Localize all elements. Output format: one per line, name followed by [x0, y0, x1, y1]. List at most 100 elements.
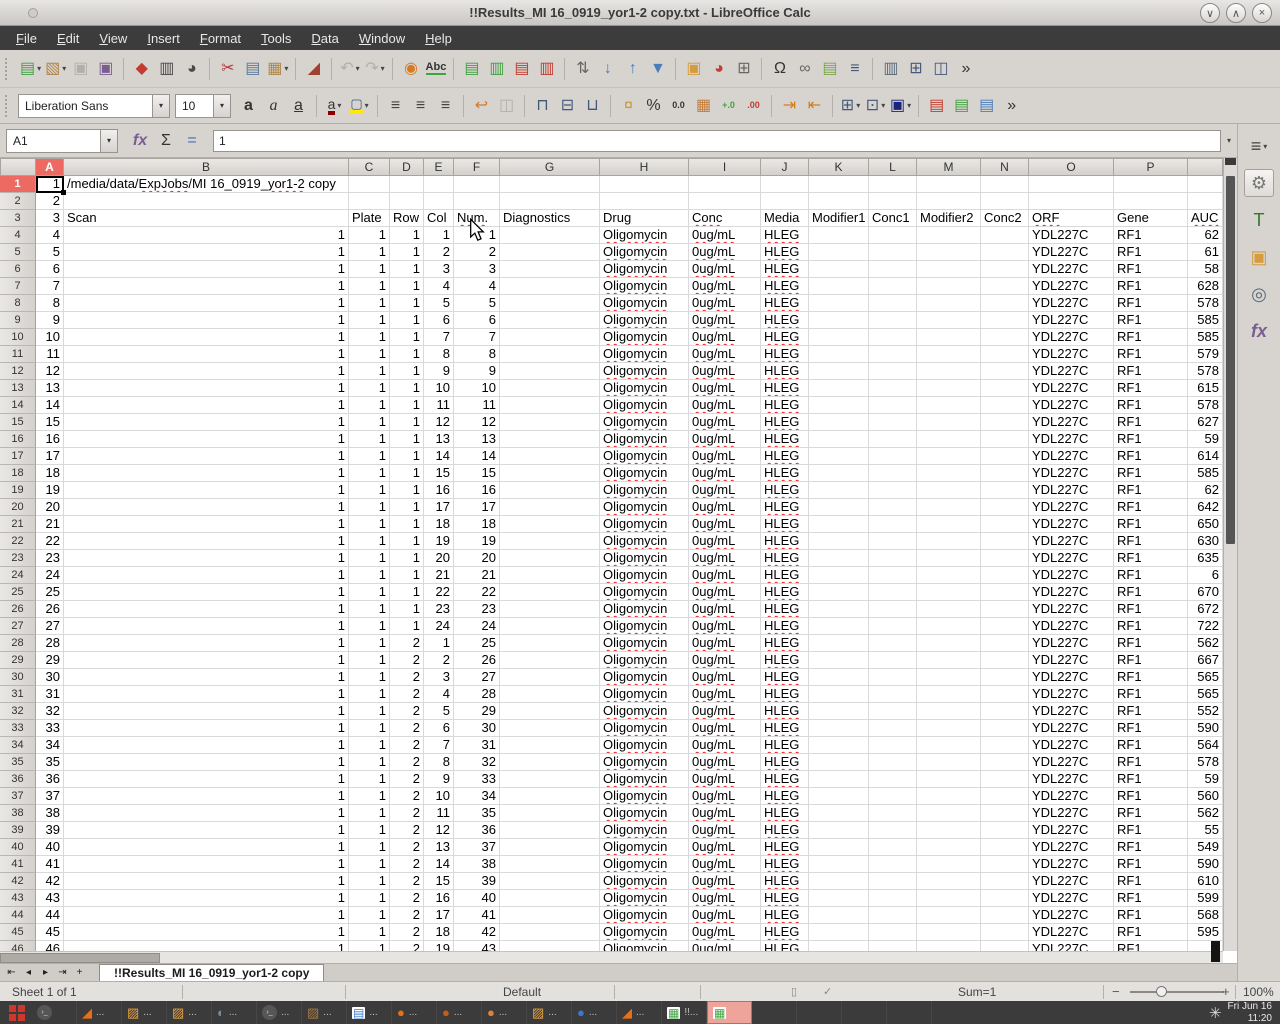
find-and-replace-button[interactable]: ◉	[398, 55, 423, 82]
cell-B4[interactable]: 1	[64, 227, 349, 244]
row-header-17[interactable]: 17	[0, 448, 36, 465]
cell-J7[interactable]: HLEG	[761, 278, 809, 295]
cell-H26[interactable]: Oligomycin	[600, 601, 689, 618]
cell-C10[interactable]: 1	[349, 329, 390, 346]
cell-G32[interactable]	[500, 703, 600, 720]
cell-J25[interactable]: HLEG	[761, 584, 809, 601]
cell-E8[interactable]: 5	[424, 295, 454, 312]
zoom-in-button[interactable]: +	[1222, 984, 1230, 999]
cell-C17[interactable]: 1	[349, 448, 390, 465]
cell-K34[interactable]	[809, 737, 869, 754]
cell-G4[interactable]	[500, 227, 600, 244]
cell-B37[interactable]: 1	[64, 788, 349, 805]
cell-O9[interactable]: YDL227C	[1029, 312, 1114, 329]
cell-C44[interactable]: 1	[349, 907, 390, 924]
cell-A33[interactable]: 33	[36, 720, 64, 737]
cell-F13[interactable]: 10	[454, 380, 500, 397]
cell-K45[interactable]	[809, 924, 869, 941]
cell-I8[interactable]: 0ug/mL	[689, 295, 761, 312]
row-header-29[interactable]: 29	[0, 652, 36, 669]
cell-F15[interactable]: 12	[454, 414, 500, 431]
cell-P25[interactable]: RF1	[1114, 584, 1188, 601]
cell-O29[interactable]: YDL227C	[1029, 652, 1114, 669]
cell-E5[interactable]: 2	[424, 244, 454, 261]
cell-A44[interactable]: 44	[36, 907, 64, 924]
cell-B10[interactable]: 1	[64, 329, 349, 346]
cell-E3[interactable]: Col	[424, 210, 454, 227]
cell-M27[interactable]	[917, 618, 981, 635]
toolbar-overflow-button[interactable]: »	[953, 55, 978, 82]
cell-P29[interactable]: RF1	[1114, 652, 1188, 669]
cell-K28[interactable]	[809, 635, 869, 652]
cell-A26[interactable]: 26	[36, 601, 64, 618]
print-button[interactable]: ▥	[154, 55, 179, 82]
cell-J12[interactable]: HLEG	[761, 363, 809, 380]
cell-L30[interactable]	[869, 669, 917, 686]
cell-I27[interactable]: 0ug/mL	[689, 618, 761, 635]
cell-F6[interactable]: 3	[454, 261, 500, 278]
cell-N19[interactable]	[981, 482, 1029, 499]
cell-J34[interactable]: HLEG	[761, 737, 809, 754]
cell-I7[interactable]: 0ug/mL	[689, 278, 761, 295]
cell-A9[interactable]: 9	[36, 312, 64, 329]
cell-M41[interactable]	[917, 856, 981, 873]
cell-D15[interactable]: 1	[390, 414, 424, 431]
cell-E28[interactable]: 1	[424, 635, 454, 652]
cell-J11[interactable]: HLEG	[761, 346, 809, 363]
cell-C9[interactable]: 1	[349, 312, 390, 329]
cell-O13[interactable]: YDL227C	[1029, 380, 1114, 397]
cell-N27[interactable]	[981, 618, 1029, 635]
cell-M40[interactable]	[917, 839, 981, 856]
cell-I12[interactable]: 0ug/mL	[689, 363, 761, 380]
menu-insert[interactable]: Insert	[137, 28, 190, 49]
cell-L39[interactable]	[869, 822, 917, 839]
cell-J30[interactable]: HLEG	[761, 669, 809, 686]
cell-A6[interactable]: 6	[36, 261, 64, 278]
cell-K33[interactable]	[809, 720, 869, 737]
cell-K6[interactable]	[809, 261, 869, 278]
cell-M20[interactable]	[917, 499, 981, 516]
cell-O41[interactable]: YDL227C	[1029, 856, 1114, 873]
cell-Q13[interactable]: 615	[1188, 380, 1223, 397]
row-header-6[interactable]: 6	[0, 261, 36, 278]
cell-P9[interactable]: RF1	[1114, 312, 1188, 329]
cell-J38[interactable]: HLEG	[761, 805, 809, 822]
cell-H45[interactable]: Oligomycin	[600, 924, 689, 941]
cell-C29[interactable]: 1	[349, 652, 390, 669]
row-header-21[interactable]: 21	[0, 516, 36, 533]
cell-K3[interactable]: Modifier1	[809, 210, 869, 227]
cell-N18[interactable]	[981, 465, 1029, 482]
cell-E27[interactable]: 24	[424, 618, 454, 635]
row-header-4[interactable]: 4	[0, 227, 36, 244]
cell-C31[interactable]: 1	[349, 686, 390, 703]
cell-Q32[interactable]: 552	[1188, 703, 1223, 720]
cell-N22[interactable]	[981, 533, 1029, 550]
cell-D36[interactable]: 2	[390, 771, 424, 788]
cell-I22[interactable]: 0ug/mL	[689, 533, 761, 550]
cell-M2[interactable]	[917, 193, 981, 210]
cell-K14[interactable]	[809, 397, 869, 414]
cell-O7[interactable]: YDL227C	[1029, 278, 1114, 295]
align-center-button[interactable]: ≡	[408, 92, 433, 119]
cell-K4[interactable]	[809, 227, 869, 244]
cell-C38[interactable]: 1	[349, 805, 390, 822]
cell-Q1[interactable]	[1188, 176, 1223, 193]
cell-L38[interactable]	[869, 805, 917, 822]
cell-Q30[interactable]: 565	[1188, 669, 1223, 686]
pivot-table-button[interactable]: ⊞	[731, 55, 756, 82]
percent-format-button[interactable]: %	[641, 92, 666, 119]
cell-A43[interactable]: 43	[36, 890, 64, 907]
cell-M18[interactable]	[917, 465, 981, 482]
cell-K23[interactable]	[809, 550, 869, 567]
cell-K27[interactable]	[809, 618, 869, 635]
cell-J39[interactable]: HLEG	[761, 822, 809, 839]
cell-E1[interactable]	[424, 176, 454, 193]
cell-F35[interactable]: 32	[454, 754, 500, 771]
cell-O31[interactable]: YDL227C	[1029, 686, 1114, 703]
cell-B27[interactable]: 1	[64, 618, 349, 635]
cell-B38[interactable]: 1	[64, 805, 349, 822]
cell-K1[interactable]	[809, 176, 869, 193]
cell-F11[interactable]: 8	[454, 346, 500, 363]
cell-P30[interactable]: RF1	[1114, 669, 1188, 686]
cell-E26[interactable]: 23	[424, 601, 454, 618]
